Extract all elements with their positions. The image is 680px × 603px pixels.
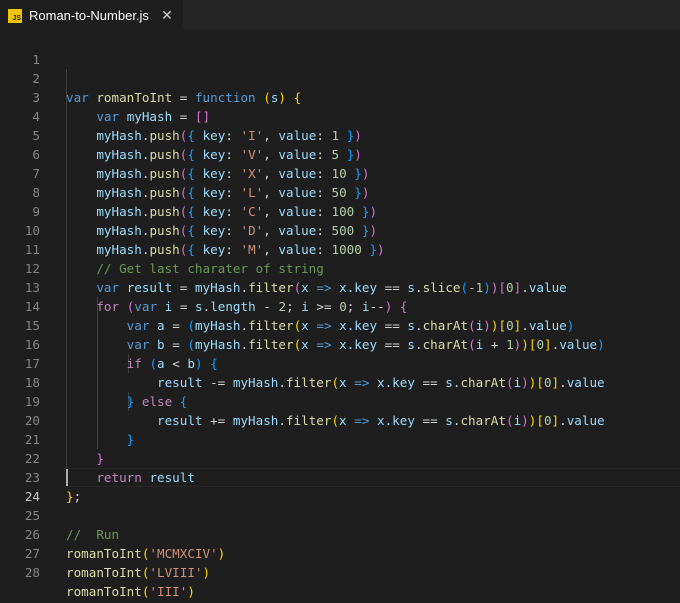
code-line: 4 myHash.push({ key: 'I', value: 1 }) bbox=[0, 88, 680, 143]
code-text: romanToInt('III') bbox=[66, 584, 195, 599]
code-line: 25 // Run bbox=[0, 487, 680, 542]
close-icon[interactable]: ✕ bbox=[159, 9, 175, 23]
code-line: 27 romanToInt('LVIII') bbox=[0, 525, 680, 580]
code-line: 13 for (var i = s.length - 2; i >= 0; i-… bbox=[0, 259, 680, 314]
code-line: 18 } else { bbox=[0, 354, 680, 409]
code-line: 22 return result bbox=[0, 430, 680, 485]
code-line: 8 myHash.push({ key: 'C', value: 100 }) bbox=[0, 164, 680, 219]
code-line: 2 var romanToInt = function (s) { bbox=[0, 50, 680, 105]
code-line: 17 result -= myHash.filter(x => x.key ==… bbox=[0, 335, 680, 390]
code-line: 20 } bbox=[0, 392, 680, 447]
line-number: 28 bbox=[24, 565, 40, 580]
code-line: 12 var result = myHash.filter(x => x.key… bbox=[0, 240, 680, 295]
code-line: 21 } bbox=[0, 411, 680, 466]
code-line: 6 myHash.push({ key: 'X', value: 10 }) bbox=[0, 126, 680, 181]
javascript-file-icon: JS bbox=[8, 8, 22, 23]
tab-roman-to-number[interactable]: JS Roman-to-Number.js ✕ bbox=[0, 0, 183, 30]
code-editor-window: JS Roman-to-Number.js ✕ 1 2 var romanToI… bbox=[0, 0, 680, 603]
code-line: 3 var myHash = [] bbox=[0, 69, 680, 124]
code-line-active[interactable]: 24 bbox=[0, 468, 680, 504]
code-line: 10 myHash.push({ key: 'M', value: 1000 }… bbox=[0, 202, 680, 257]
code-line: 7 myHash.push({ key: 'L', value: 50 }) bbox=[0, 145, 680, 200]
code-line: 23 }; bbox=[0, 449, 680, 504]
code-line: 19 result += myHash.filter(x => x.key ==… bbox=[0, 373, 680, 428]
code-line: 1 bbox=[0, 31, 680, 67]
code-line: 5 myHash.push({ key: 'V', value: 5 }) bbox=[0, 107, 680, 162]
code-line: 28 romanToInt('III') bbox=[0, 544, 680, 599]
code-line: 15 var b = (myHash.filter(x => x.key == … bbox=[0, 297, 680, 352]
code-line: 11 // Get last charater of string bbox=[0, 221, 680, 276]
code-text: romanToInt('LVIII') bbox=[66, 565, 211, 580]
code-line: 14 var a = (myHash.filter(x => x.key == … bbox=[0, 278, 680, 333]
tab-title: Roman-to-Number.js bbox=[29, 8, 149, 23]
code-line: 16 if (a < b) { bbox=[0, 316, 680, 371]
tab-bar: JS Roman-to-Number.js ✕ bbox=[0, 0, 680, 30]
editor-area[interactable]: 1 2 var romanToInt = function (s) { 3 va… bbox=[0, 31, 680, 603]
code-line: 9 myHash.push({ key: 'D', value: 500 }) bbox=[0, 183, 680, 238]
code-line: 26 romanToInt('MCMXCIV') bbox=[0, 506, 680, 561]
